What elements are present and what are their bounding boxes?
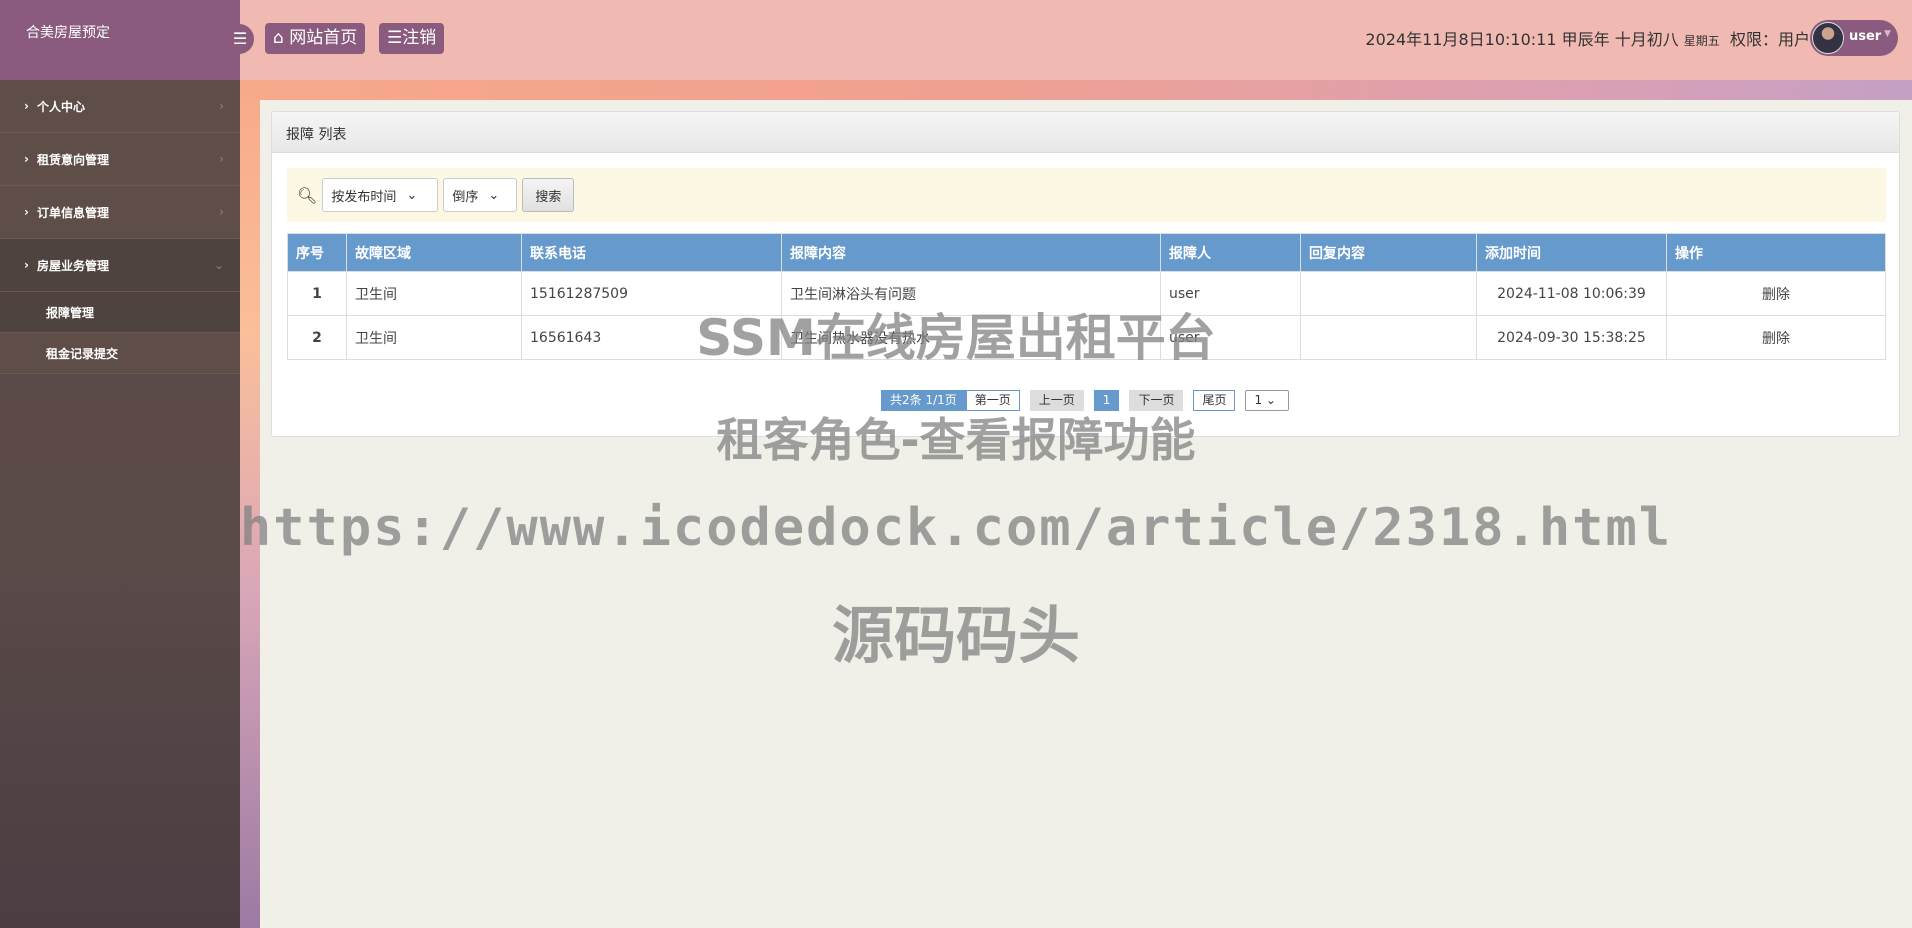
last-page-button[interactable]: 尾页	[1193, 390, 1236, 411]
col-header: 报障内容	[781, 233, 1161, 272]
sidebar: 合美房屋预定 › 个人中心 › › 租赁意向管理 › › 订单信息管理 › › 房屋业务管理 ⌄…	[0, 0, 240, 928]
cell-index: 2	[287, 315, 347, 360]
sidebar-item-orders[interactable]: › 订单信息管理 ›	[0, 186, 240, 239]
sort-order-select[interactable]: 倒序 ⌄	[443, 178, 518, 212]
chevron-right-icon: ›	[24, 152, 29, 166]
chevron-right-icon: ›	[219, 99, 224, 113]
cell-area: 卫生间	[346, 315, 522, 360]
chevron-down-icon: ⌄	[488, 187, 500, 203]
cell-content: 卫生间淋浴头有问题	[781, 271, 1161, 316]
cell-time: 2024-09-30 15:38:25	[1476, 315, 1667, 360]
background-strip	[240, 80, 260, 928]
repair-list-panel: 报障 列表 🔍︎ 按发布时间 ⌄ 倒序 ⌄ 搜索 序号 故障区域 联系电话 报障内容…	[271, 111, 1900, 437]
cell-time: 2024-11-08 10:06:39	[1476, 271, 1667, 316]
role-label: 权限：用户	[1729, 30, 1810, 49]
chevron-right-icon: ›	[24, 99, 29, 113]
search-icon: 🔍︎	[297, 185, 318, 205]
col-header: 序号	[287, 233, 347, 272]
logout-button[interactable]: ☰注销	[379, 23, 445, 54]
sort-order-value: 倒序	[452, 189, 479, 205]
logout-label: 注销	[402, 28, 437, 48]
col-header: 回复内容	[1300, 233, 1477, 272]
next-page-button[interactable]: 下一页	[1129, 390, 1184, 411]
page-summary: 共2条 1/1页	[881, 390, 966, 411]
sidebar-item-house-business[interactable]: › 房屋业务管理 ⌄	[0, 239, 240, 292]
sidebar-item-label: 个人中心	[36, 99, 85, 114]
search-button[interactable]: 搜索	[522, 178, 575, 212]
user-menu[interactable]: user ▼	[1810, 20, 1898, 56]
table-row: 1 卫生间 15161287509 卫生间淋浴头有问题 user 2024-11…	[287, 271, 1886, 316]
weekday: 星期五	[1683, 34, 1720, 48]
page-select-value: 1	[1254, 393, 1263, 407]
cell-reply	[1300, 315, 1477, 360]
username: user	[1849, 29, 1882, 44]
prev-page-button[interactable]: 上一页	[1029, 390, 1084, 411]
caret-down-icon: ▼	[1884, 29, 1891, 39]
sort-field-select[interactable]: 按发布时间 ⌄	[322, 178, 439, 212]
cell-area: 卫生间	[346, 271, 522, 316]
home-label: 网站首页	[289, 28, 358, 48]
chevron-right-icon: ›	[219, 205, 224, 219]
sidebar-item-label: 房屋业务管理	[36, 258, 109, 273]
panel-title: 报障 列表	[272, 112, 1899, 153]
chevron-right-icon: ›	[24, 205, 29, 219]
header: ☰ ⌂ 网站首页 ☰注销 2024年11月8日10:10:11 甲辰年 十月初八…	[220, 0, 1912, 80]
current-page[interactable]: 1	[1093, 390, 1120, 411]
cell-index: 1	[287, 271, 347, 316]
sidebar-item-rental-intent[interactable]: › 租赁意向管理 ›	[0, 133, 240, 186]
menu-toggle-icon[interactable]: ☰	[220, 24, 254, 54]
cell-phone: 16561643	[521, 315, 782, 360]
repair-table: 序号 故障区域 联系电话 报障内容 报障人 回复内容 添加时间 操作 1 卫生间…	[287, 233, 1886, 360]
cell-reporter: user	[1160, 315, 1301, 360]
first-page-button[interactable]: 第一页	[965, 390, 1020, 411]
cell-reporter: user	[1160, 271, 1301, 316]
header-info: 2024年11月8日10:10:11 甲辰年 十月初八 星期五 权限：用户	[1365, 26, 1810, 50]
datetime: 2024年11月8日10:10:11 甲辰年 十月初八	[1365, 30, 1679, 49]
sidebar-item-label: 租赁意向管理	[36, 152, 109, 167]
col-header: 报障人	[1160, 233, 1301, 272]
chevron-right-icon: ›	[24, 258, 29, 272]
chevron-down-icon: ⌄	[406, 187, 418, 203]
pagination: 共2条 1/1页 第一页 上一页 1 下一页 尾页 1 ⌄	[881, 390, 1290, 411]
page-select[interactable]: 1 ⌄	[1245, 390, 1290, 411]
col-header: 联系电话	[521, 233, 782, 272]
list-icon: ☰	[387, 28, 403, 48]
cell-phone: 15161287509	[521, 271, 782, 316]
delete-button[interactable]: 删除	[1666, 315, 1886, 360]
col-header: 故障区域	[346, 233, 522, 272]
cell-reply	[1300, 271, 1477, 316]
home-button[interactable]: ⌂ 网站首页	[265, 23, 366, 54]
sidebar-item-personal[interactable]: › 个人中心 ›	[0, 80, 240, 133]
avatar	[1812, 22, 1844, 54]
sidebar-item-label: 订单信息管理	[36, 205, 109, 220]
sort-field-value: 按发布时间	[331, 189, 397, 205]
col-header: 添加时间	[1476, 233, 1667, 272]
table-row: 2 卫生间 16561643 卫生间热水器没有热水 user 2024-09-3…	[287, 315, 1886, 360]
chevron-down-icon: ⌄	[213, 258, 224, 272]
chevron-right-icon: ›	[219, 152, 224, 166]
search-bar: 🔍︎ 按发布时间 ⌄ 倒序 ⌄ 搜索	[287, 168, 1886, 222]
sidebar-subitem-rent-records[interactable]: 租金记录提交	[0, 333, 240, 374]
app-title: 合美房屋预定	[0, 0, 240, 80]
home-icon: ⌂	[273, 28, 284, 48]
cell-content: 卫生间热水器没有热水	[781, 315, 1161, 360]
delete-button[interactable]: 删除	[1666, 271, 1886, 316]
col-header: 操作	[1666, 233, 1886, 272]
sidebar-subitem-repairs[interactable]: 报障管理	[0, 292, 240, 333]
